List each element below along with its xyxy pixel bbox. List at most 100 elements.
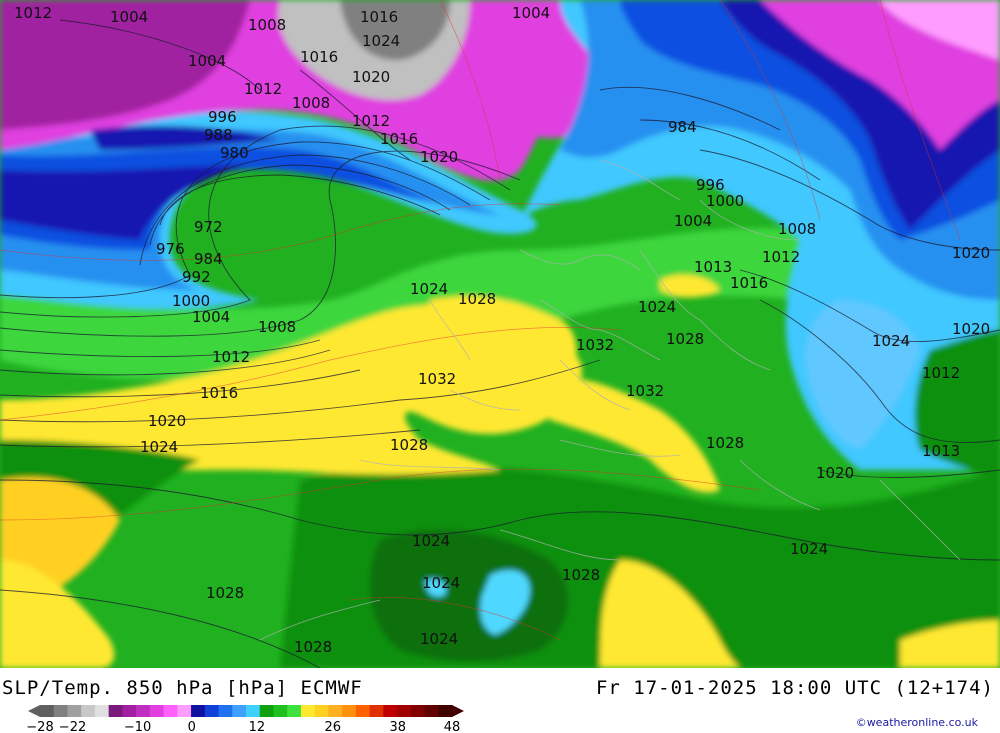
legend-swatch xyxy=(232,705,247,717)
color-legend: −28 −22 −10 0 12 26 38 48 xyxy=(26,705,464,733)
isobar-label: 1028 xyxy=(390,436,428,454)
isobar-label: 1013 xyxy=(694,258,732,276)
legend-swatch xyxy=(287,705,302,717)
legend-swatch xyxy=(314,705,329,717)
legend-tick-label: 12 xyxy=(249,720,266,733)
isobar-label: 1024 xyxy=(410,280,448,298)
legend-swatch xyxy=(369,705,384,717)
legend-swatch xyxy=(81,705,96,717)
isobar-label: 1012 xyxy=(922,364,960,382)
isobar-label: 1004 xyxy=(110,8,148,26)
isobar-label: 1004 xyxy=(188,52,226,70)
isobar-label: 996 xyxy=(208,108,237,126)
legend-tick-label: 48 xyxy=(444,720,461,733)
isobar-label: 1024 xyxy=(872,332,910,350)
isobar-label: 1016 xyxy=(200,384,238,402)
isobar-label: 1024 xyxy=(362,32,400,50)
legend-swatch xyxy=(355,705,371,717)
isobar-label: 1008 xyxy=(258,318,296,336)
legend-swatch xyxy=(438,705,453,717)
legend-ticks: −28 −22 −10 0 12 26 38 48 xyxy=(26,720,460,733)
isobar-label: 1016 xyxy=(360,8,398,26)
legend-swatch xyxy=(273,705,288,717)
legend-swatch xyxy=(218,705,233,717)
legend-swatch xyxy=(67,705,82,717)
isobar-label: 1016 xyxy=(730,274,768,292)
legend-swatch xyxy=(410,705,426,717)
isobar-label: 996 xyxy=(696,176,725,194)
isobar-label: 992 xyxy=(182,268,211,286)
legend-tick-label: −10 xyxy=(124,720,151,733)
isobar-label: 980 xyxy=(220,144,249,162)
legend-swatch xyxy=(149,705,165,717)
isobar-label: 1020 xyxy=(352,68,390,86)
legend-tick-label: 26 xyxy=(324,720,341,733)
legend-tick-label: −22 xyxy=(59,720,86,733)
legend-swatch xyxy=(300,705,316,717)
isobar-label: 1028 xyxy=(706,434,744,452)
isobar-label: 1016 xyxy=(300,48,338,66)
legend-swatch xyxy=(53,705,68,717)
isobar-label: 1032 xyxy=(418,370,456,388)
isobar-label: 1024 xyxy=(790,540,828,558)
legend-swatch xyxy=(163,705,178,717)
valid-time: Fr 17-01-2025 18:00 UTC (12+174) xyxy=(595,677,994,699)
isobar-label: 1012 xyxy=(212,348,250,366)
isobar-label: 1012 xyxy=(14,4,52,22)
legend-swatch xyxy=(342,705,357,717)
isobar-label: 972 xyxy=(194,218,223,236)
isobar-label: 1008 xyxy=(292,94,330,112)
isobar-label: 1008 xyxy=(248,16,286,34)
isobar-label: 1020 xyxy=(952,244,990,262)
legend-swatch xyxy=(328,705,343,717)
legend-tick-label: −28 xyxy=(26,720,53,733)
legend-swatch xyxy=(122,705,137,717)
legend-swatch xyxy=(424,705,439,717)
legend-swatch xyxy=(259,705,274,717)
isobar-label: 984 xyxy=(668,118,697,136)
isobar-label: 1012 xyxy=(244,80,282,98)
isobar-label: 1028 xyxy=(562,566,600,584)
isobar-label: 1028 xyxy=(458,290,496,308)
isobar-label: 1032 xyxy=(576,336,614,354)
legend-swatch xyxy=(191,705,206,717)
isobar-label: 1020 xyxy=(816,464,854,482)
credit-link[interactable]: ©weatheronline.co.uk xyxy=(856,716,978,729)
legend-swatch xyxy=(94,705,110,717)
legend-tick-label: 0 xyxy=(188,720,196,733)
isobar-label: 1008 xyxy=(778,220,816,238)
isobar-label: 984 xyxy=(194,250,223,268)
isobar-label: 1016 xyxy=(380,130,418,148)
isobar-label: 1004 xyxy=(512,4,550,22)
legend-swatch xyxy=(136,705,151,717)
isobar-label: 988 xyxy=(204,126,233,144)
isobar-label: 1028 xyxy=(294,638,332,656)
isobar-label: 1012 xyxy=(352,112,390,130)
legend-swatch xyxy=(246,705,261,717)
weather-map: 1012 1004 1008 1016 1024 1004 1004 1016 … xyxy=(0,0,1000,668)
isobar-label: 1032 xyxy=(626,382,664,400)
legend-tick-label: 38 xyxy=(390,720,407,733)
legend-swatch xyxy=(397,705,412,717)
isobar-label: 1024 xyxy=(638,298,676,316)
isobar-label: 1013 xyxy=(922,442,960,460)
legend-swatch xyxy=(204,705,220,717)
isobar-label: 1004 xyxy=(192,308,230,326)
isobar-label: 1024 xyxy=(140,438,178,456)
isobar-label: 1004 xyxy=(674,212,712,230)
legend-swatch xyxy=(177,705,192,717)
legend-swatch xyxy=(383,705,398,717)
legend-arrow-right xyxy=(452,705,464,717)
isobar-label: 1024 xyxy=(422,574,460,592)
isobar-label: 1020 xyxy=(420,148,458,166)
legend-swatch xyxy=(40,705,55,717)
isobar-label: 1028 xyxy=(206,584,244,602)
isobar-label: 1000 xyxy=(706,192,744,210)
legend-swatch xyxy=(108,705,123,717)
legend-arrow-left xyxy=(28,705,40,717)
isobar-label: 1024 xyxy=(420,630,458,648)
isobar-label: 1028 xyxy=(666,330,704,348)
isobar-label: 976 xyxy=(156,240,185,258)
isobar-label: 1012 xyxy=(762,248,800,266)
isobar-label: 1024 xyxy=(412,532,450,550)
